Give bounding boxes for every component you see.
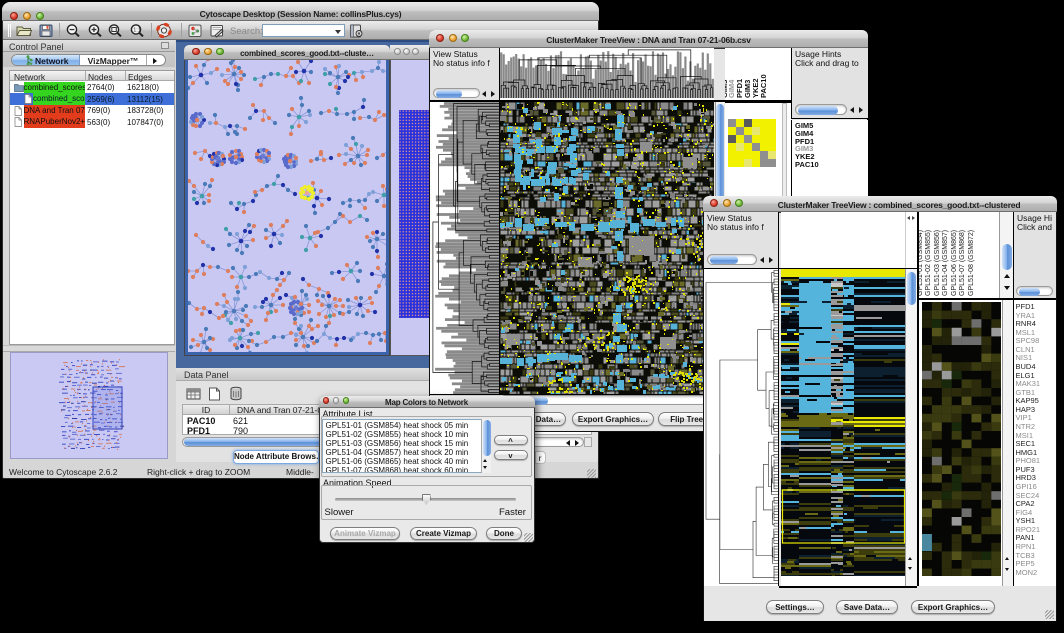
svg-text:1:1: 1:1 — [133, 28, 141, 34]
